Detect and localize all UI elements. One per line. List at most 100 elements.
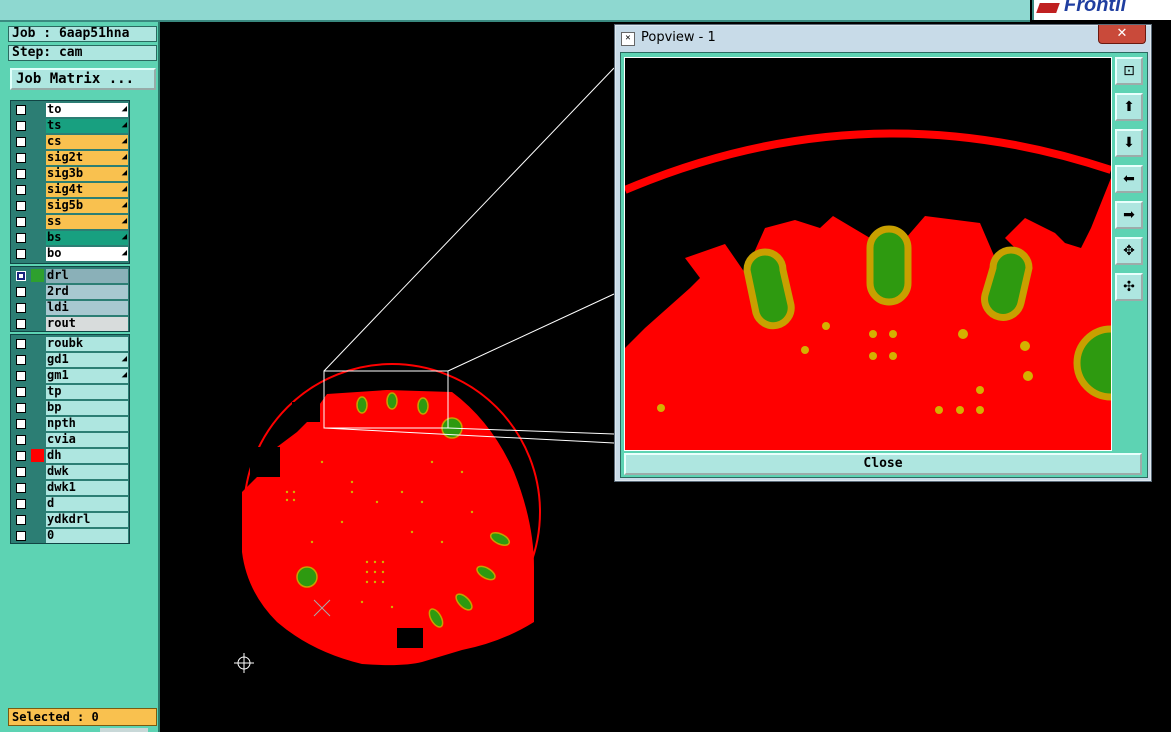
layer-checkbox[interactable] (16, 419, 26, 429)
layer-row-0[interactable]: 0 (11, 528, 129, 544)
layer-color-swatch[interactable] (31, 465, 44, 478)
layer-row-tp[interactable]: tp (11, 384, 129, 400)
layer-row-cvia[interactable]: cvia (11, 432, 129, 448)
layer-name[interactable]: rout (46, 317, 128, 331)
layer-row-d[interactable]: d (11, 496, 129, 512)
layer-row-sig4t[interactable]: sig4t ◢ (11, 182, 129, 198)
layer-checkbox[interactable] (16, 217, 26, 227)
zoom-in-icon[interactable]: ✥ (1115, 237, 1143, 265)
layer-row-gm1[interactable]: gm1 ◢ (11, 368, 129, 384)
zoom-fit-icon[interactable]: ⊡ (1115, 57, 1143, 85)
layer-name[interactable]: bs ◢ (46, 231, 128, 245)
layer-row-gd1[interactable]: gd1 ◢ (11, 352, 129, 368)
layer-name[interactable]: dh (46, 449, 128, 463)
layer-checkbox[interactable] (16, 287, 26, 297)
zoom-out-icon[interactable]: ✣ (1115, 273, 1143, 301)
layer-name[interactable]: d (46, 497, 128, 511)
layer-color-swatch[interactable] (31, 285, 44, 298)
layer-color-swatch[interactable] (31, 301, 44, 314)
layer-checkbox[interactable] (16, 121, 26, 131)
layer-checkbox[interactable] (16, 185, 26, 195)
layer-color-swatch[interactable] (31, 183, 44, 196)
layer-row-sig5b[interactable]: sig5b ◢ (11, 198, 129, 214)
layer-checkbox[interactable] (16, 201, 26, 211)
window-close-button[interactable]: ✕ (1098, 25, 1146, 44)
layer-checkbox[interactable] (16, 499, 26, 509)
layer-checkbox[interactable] (16, 153, 26, 163)
layer-color-swatch[interactable] (31, 167, 44, 180)
layer-name[interactable]: roubk (46, 337, 128, 351)
layer-row-dwk1[interactable]: dwk1 (11, 480, 129, 496)
layer-checkbox[interactable] (16, 137, 26, 147)
pan-left-icon[interactable]: ⬅ (1115, 165, 1143, 193)
layer-color-swatch[interactable] (31, 247, 44, 260)
layer-row-cs[interactable]: cs ◢ (11, 134, 129, 150)
layer-row-ts[interactable]: ts ◢ (11, 118, 129, 134)
layer-name[interactable]: sig4t ◢ (46, 183, 128, 197)
layer-color-swatch[interactable] (31, 135, 44, 148)
layer-checkbox[interactable] (16, 271, 26, 281)
layer-name[interactable]: 0 (46, 529, 128, 543)
layer-color-swatch[interactable] (31, 385, 44, 398)
layer-color-swatch[interactable] (31, 151, 44, 164)
layer-name[interactable]: sig2t ◢ (46, 151, 128, 165)
layer-name[interactable]: ldi (46, 301, 128, 315)
layer-checkbox[interactable] (16, 339, 26, 349)
layer-checkbox[interactable] (16, 105, 26, 115)
layer-checkbox[interactable] (16, 483, 26, 493)
layer-checkbox[interactable] (16, 249, 26, 259)
layer-row-roubk[interactable]: roubk (11, 336, 129, 352)
layer-color-swatch[interactable] (31, 337, 44, 350)
layer-checkbox[interactable] (16, 451, 26, 461)
layer-row-2rd[interactable]: 2rd (11, 284, 129, 300)
layer-checkbox[interactable] (16, 435, 26, 445)
layer-row-bo[interactable]: bo ◢ (11, 246, 129, 262)
layer-row-sig3b[interactable]: sig3b ◢ (11, 166, 129, 182)
layer-row-sig2t[interactable]: sig2t ◢ (11, 150, 129, 166)
close-button[interactable]: Close (624, 453, 1142, 475)
layer-checkbox[interactable] (16, 387, 26, 397)
layer-name[interactable]: cvia (46, 433, 128, 447)
layer-checkbox[interactable] (16, 371, 26, 381)
layer-row-to[interactable]: to ◢ (11, 102, 129, 118)
layer-color-swatch[interactable] (31, 481, 44, 494)
layer-checkbox[interactable] (16, 355, 26, 365)
layer-row-bp[interactable]: bp (11, 400, 129, 416)
layer-name[interactable]: sig3b ◢ (46, 167, 128, 181)
layer-checkbox[interactable] (16, 233, 26, 243)
layer-name[interactable]: npth (46, 417, 128, 431)
layer-name[interactable]: ss ◢ (46, 215, 128, 229)
layer-name[interactable]: tp (46, 385, 128, 399)
layer-name[interactable]: bo ◢ (46, 247, 128, 261)
layer-name[interactable]: sig5b ◢ (46, 199, 128, 213)
popview-canvas[interactable] (624, 57, 1112, 451)
layer-row-dwk[interactable]: dwk (11, 464, 129, 480)
layer-color-swatch[interactable] (31, 449, 44, 462)
layer-color-swatch[interactable] (31, 269, 44, 282)
layer-color-swatch[interactable] (31, 317, 44, 330)
layer-row-bs[interactable]: bs ◢ (11, 230, 129, 246)
popview-titlebar[interactable]: ✕ Popview - 1 ✕ (615, 25, 1151, 51)
layer-color-swatch[interactable] (31, 353, 44, 366)
layer-name[interactable]: gd1 ◢ (46, 353, 128, 367)
layer-name[interactable]: gm1 ◢ (46, 369, 128, 383)
layer-row-dh[interactable]: dh (11, 448, 129, 464)
layer-color-swatch[interactable] (31, 513, 44, 526)
layer-row-ydkdrl[interactable]: ydkdrl (11, 512, 129, 528)
layer-name[interactable]: 2rd (46, 285, 128, 299)
layer-color-swatch[interactable] (31, 199, 44, 212)
layer-name[interactable]: ydkdrl (46, 513, 128, 527)
layer-checkbox[interactable] (16, 403, 26, 413)
layer-color-swatch[interactable] (31, 103, 44, 116)
layer-color-swatch[interactable] (31, 401, 44, 414)
layer-name[interactable]: dwk1 (46, 481, 128, 495)
layer-row-ss[interactable]: ss ◢ (11, 214, 129, 230)
layer-name[interactable]: bp (46, 401, 128, 415)
layer-checkbox[interactable] (16, 515, 26, 525)
layer-name[interactable]: to ◢ (46, 103, 128, 117)
layer-row-rout[interactable]: rout (11, 316, 129, 332)
layer-color-swatch[interactable] (31, 497, 44, 510)
layer-name[interactable]: ts ◢ (46, 119, 128, 133)
layer-row-ldi[interactable]: ldi (11, 300, 129, 316)
pan-up-icon[interactable]: ⬆ (1115, 93, 1143, 121)
